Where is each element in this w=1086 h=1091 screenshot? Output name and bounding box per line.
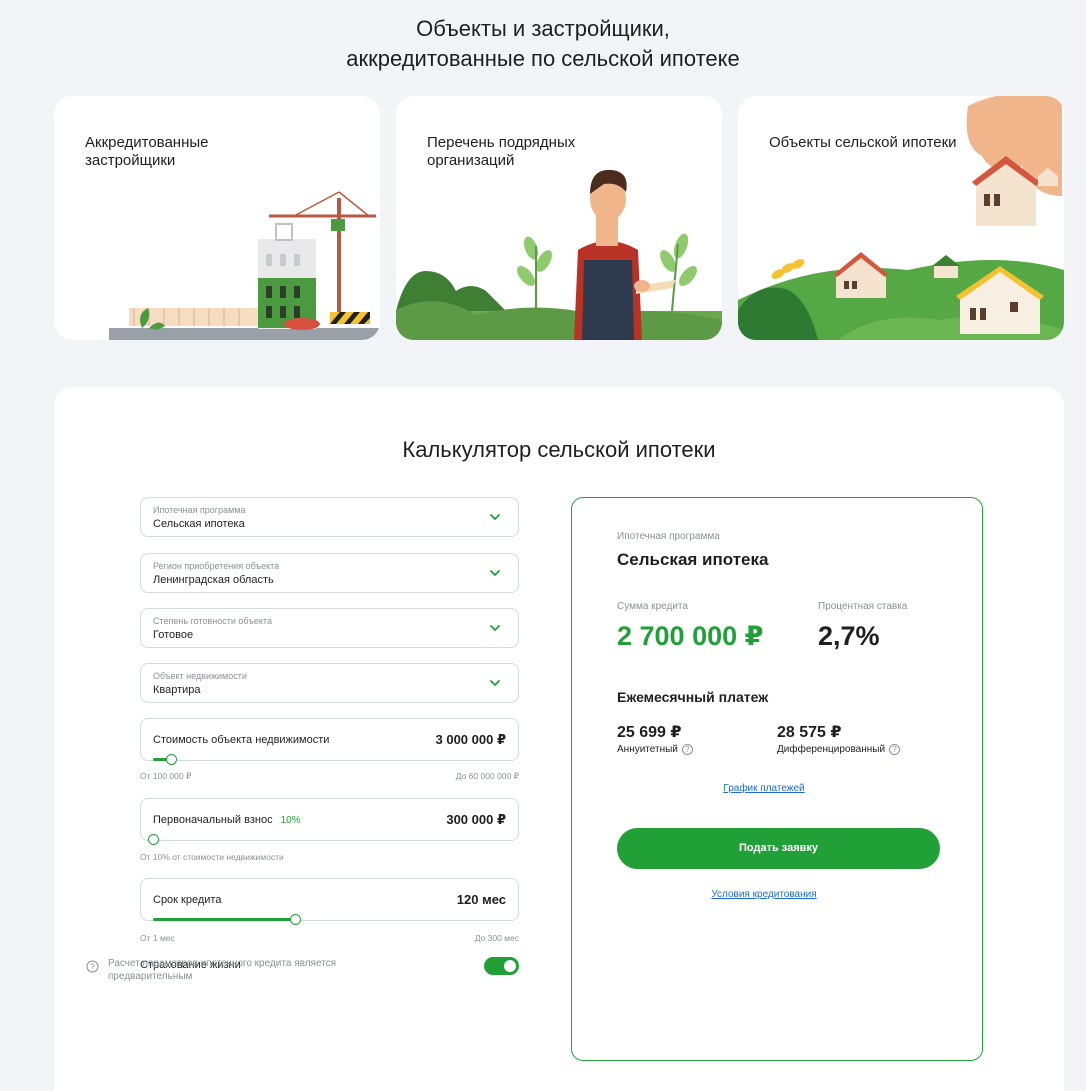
lending-terms-link[interactable]: Условия кредитования: [558, 889, 970, 900]
program-select-value: Сельская ипотека: [153, 518, 245, 530]
life-insurance-toggle[interactable]: [484, 957, 519, 975]
page-title-line1: Объекты и застройщики,: [416, 16, 670, 41]
mortgage-calculator: Калькулятор сельской ипотеки Ипотечная п…: [54, 387, 1064, 1091]
houses-illustration: [738, 96, 1064, 340]
readiness-select-value: Готовое: [153, 629, 194, 641]
calculator-title: Калькулятор сельской ипотеки: [402, 437, 716, 462]
chevron-down-icon: [490, 570, 500, 577]
page-title: Объекты и застройщики, аккредитованные п…: [0, 14, 1086, 74]
region-select-value: Ленинградская область: [153, 574, 274, 586]
program-select[interactable]: Ипотечная программа Сельская ипотека: [140, 497, 519, 537]
property-type-select[interactable]: Объект недвижимости Квартира: [140, 663, 519, 703]
chevron-down-icon: [490, 680, 500, 687]
page-title-line2: аккредитованные по сельской ипотеке: [346, 46, 740, 71]
disclaimer-note: Расчет параметров ипотечного кредита явл…: [108, 958, 337, 982]
down-payment-slider-handle[interactable]: [148, 834, 159, 845]
down-payment-label: Первоначальный взнос: [153, 814, 273, 826]
loan-amount-label: Сумма кредита: [617, 601, 688, 612]
region-select[interactable]: Регион приобретения объекта Ленинградска…: [140, 553, 519, 593]
card-rural-objects[interactable]: Объекты сельской ипотеки: [738, 96, 1064, 340]
payment-schedule-link[interactable]: График платежей: [558, 783, 970, 794]
property-price-field[interactable]: Стоимость объекта недвижимости 3 000 000…: [140, 718, 519, 765]
card-contractors[interactable]: Перечень подрядных организаций: [396, 96, 722, 340]
result-program-label: Ипотечная программа: [617, 531, 720, 542]
readiness-select[interactable]: Степень готовности объекта Готовое: [140, 608, 519, 648]
interest-rate-value: 2,7%: [818, 621, 880, 651]
loan-term-field[interactable]: Срок кредита 120 мес: [140, 878, 519, 925]
info-icon: ?: [86, 960, 99, 973]
card-accredited-developers[interactable]: Аккредитованные застройщики: [54, 96, 380, 340]
down-payment-percent: 10%: [280, 815, 301, 826]
diff-payment-label: Дифференцированный: [777, 744, 886, 756]
region-select-label: Регион приобретения объекта: [153, 561, 280, 571]
monthly-payment-title: Ежемесячный платеж: [617, 689, 769, 705]
result-program-value: Сельская ипотека: [617, 550, 769, 569]
loan-amount-value: 2 700 000 ₽: [617, 621, 764, 651]
help-icon[interactable]: ?: [681, 744, 693, 755]
help-icon[interactable]: ?: [889, 744, 901, 755]
construction-illustration: [109, 191, 380, 340]
property-price-min-hint: От 100 000 ₽: [140, 771, 192, 781]
down-payment-label-wrap: Первоначальный взнос 10%: [153, 814, 301, 826]
farmer-illustration: [396, 169, 722, 340]
diff-payment-label-wrap: Дифференцированный?: [777, 744, 901, 756]
loan-term-slider-handle[interactable]: [290, 914, 301, 925]
apply-button[interactable]: Подать заявку: [617, 828, 940, 869]
loan-term-min-hint: От 1 мес: [140, 933, 175, 943]
annuity-payment-value: 25 699 ₽: [617, 724, 682, 741]
property-price-slider-handle[interactable]: [166, 754, 177, 765]
property-type-select-label: Объект недвижимости: [153, 671, 247, 681]
interest-rate-label: Процентная ставка: [818, 601, 908, 612]
loan-term-max-hint: До 300 мес: [474, 933, 519, 943]
property-price-max-hint: До 60 000 000 ₽: [455, 771, 519, 781]
category-cards: Аккредитованные застройщики Перечень под…: [54, 96, 1064, 340]
readiness-select-label: Степень готовности объекта: [153, 616, 272, 626]
result-panel: Ипотечная программа Сельская ипотека Сум…: [571, 497, 983, 1061]
svg-text:?: ?: [90, 963, 95, 972]
annuity-payment-label-wrap: Аннуитетный?: [617, 744, 693, 755]
down-payment-min-hint: От 10% от стоимости недвижимости: [140, 852, 284, 862]
program-select-label: Ипотечная программа: [153, 505, 246, 515]
diff-payment-value: 28 575 ₽: [777, 724, 842, 741]
loan-term-track: [153, 918, 295, 921]
loan-term-value[interactable]: 120 мес: [457, 892, 506, 907]
property-type-select-value: Квартира: [153, 684, 201, 696]
loan-term-label: Срок кредита: [153, 894, 222, 906]
property-price-label: Стоимость объекта недвижимости: [153, 734, 330, 746]
down-payment-value[interactable]: 300 000 ₽: [446, 812, 506, 828]
chevron-down-icon: [490, 514, 500, 521]
toggle-knob: [504, 960, 516, 972]
annuity-payment-label: Аннуитетный: [617, 744, 678, 756]
property-price-value[interactable]: 3 000 000 ₽: [436, 732, 507, 748]
down-payment-field[interactable]: Первоначальный взнос 10% 300 000 ₽: [140, 798, 519, 845]
chevron-down-icon: [490, 625, 500, 632]
